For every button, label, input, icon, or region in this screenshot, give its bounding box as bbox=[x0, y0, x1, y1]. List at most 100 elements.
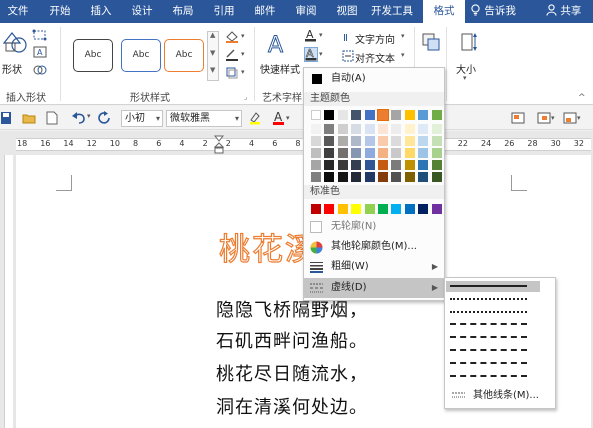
font-name-combo[interactable]: 微软雅黑 ▾ bbox=[166, 110, 242, 127]
tell-me-button[interactable]: 告诉我 bbox=[470, 0, 516, 23]
align-text-label[interactable]: 对齐文本 bbox=[355, 50, 395, 65]
theme-color-swatch[interactable] bbox=[431, 110, 442, 120]
theme-color-swatch[interactable] bbox=[351, 110, 362, 120]
share-button[interactable]: 共享 bbox=[546, 0, 581, 23]
dash-style-option[interactable] bbox=[446, 332, 540, 343]
paragraph-icon[interactable] bbox=[510, 110, 528, 126]
theme-color-swatch[interactable] bbox=[418, 172, 429, 182]
theme-color-swatch[interactable] bbox=[351, 124, 362, 134]
standard-color-swatch[interactable] bbox=[337, 204, 348, 214]
weight-item[interactable]: 粗细(W) ▶ bbox=[304, 257, 444, 277]
theme-color-swatch[interactable] bbox=[391, 110, 402, 120]
theme-color-swatch[interactable] bbox=[337, 148, 348, 158]
dash-style-option[interactable] bbox=[446, 294, 540, 305]
tab-format[interactable]: 格式 bbox=[423, 0, 465, 24]
quick-styles-icon[interactable]: A bbox=[266, 30, 290, 57]
standard-color-swatch[interactable] bbox=[404, 204, 415, 214]
theme-color-swatch[interactable] bbox=[351, 172, 362, 182]
style-gallery-scroll[interactable]: ▲ ▼ ▼ bbox=[207, 31, 219, 81]
theme-color-swatch[interactable] bbox=[391, 136, 402, 146]
theme-color-swatch[interactable] bbox=[324, 160, 335, 170]
more-lines-item[interactable]: 其他线条(M)... bbox=[446, 386, 554, 406]
theme-color-swatch[interactable] bbox=[364, 110, 375, 120]
standard-color-swatch[interactable] bbox=[418, 204, 429, 214]
theme-color-swatch[interactable] bbox=[337, 172, 348, 182]
theme-color-swatch[interactable] bbox=[324, 172, 335, 182]
theme-color-swatch[interactable] bbox=[337, 160, 348, 170]
theme-color-swatch[interactable] bbox=[364, 148, 375, 158]
theme-color-swatch[interactable] bbox=[351, 136, 362, 146]
chevron-down-icon[interactable]: ▾ bbox=[87, 112, 91, 120]
size-icon[interactable] bbox=[458, 31, 478, 53]
shape-gallery-icon[interactable] bbox=[2, 29, 30, 55]
save-icon[interactable] bbox=[0, 111, 12, 125]
theme-color-swatch[interactable] bbox=[418, 160, 429, 170]
shape-style-preset-3[interactable]: Abc bbox=[164, 39, 204, 72]
standard-color-swatch[interactable] bbox=[324, 204, 335, 214]
theme-color-swatch[interactable] bbox=[324, 124, 335, 134]
align-text-icon[interactable] bbox=[342, 50, 354, 62]
standard-color-swatch[interactable] bbox=[351, 204, 362, 214]
theme-color-swatch[interactable] bbox=[311, 148, 321, 158]
theme-color-swatch[interactable] bbox=[311, 160, 321, 170]
indent-marker-icon[interactable] bbox=[214, 135, 224, 155]
text-fill-icon[interactable]: A ▾ bbox=[304, 28, 326, 42]
shape-style-preset-1[interactable]: Abc bbox=[73, 39, 113, 72]
open-folder-icon[interactable] bbox=[22, 111, 36, 125]
theme-color-swatch[interactable] bbox=[311, 136, 321, 146]
arrange-icon[interactable] bbox=[420, 31, 442, 53]
tab-developer[interactable]: 开发工具 bbox=[368, 0, 416, 23]
edit-shape-icon[interactable] bbox=[32, 28, 48, 42]
theme-color-swatch[interactable] bbox=[404, 124, 415, 134]
text-direction-label[interactable]: 文字方向 bbox=[355, 31, 395, 46]
theme-color-swatch[interactable] bbox=[431, 124, 442, 134]
theme-color-swatch[interactable] bbox=[391, 148, 402, 158]
more-outline-colors-item[interactable]: 其他轮廓颜色(M)... bbox=[304, 237, 444, 257]
theme-color-swatch[interactable] bbox=[351, 160, 362, 170]
dash-style-option[interactable] bbox=[446, 319, 540, 330]
tab-insert[interactable]: 插入 bbox=[86, 0, 116, 23]
theme-color-swatch[interactable] bbox=[337, 124, 348, 134]
theme-color-swatch[interactable] bbox=[418, 148, 429, 158]
dash-style-option[interactable] bbox=[446, 358, 540, 369]
theme-color-swatch[interactable] bbox=[431, 136, 442, 146]
standard-color-swatch[interactable] bbox=[431, 204, 442, 214]
dialog-launcher-icon[interactable]: ⌟ bbox=[244, 93, 247, 101]
theme-color-swatch[interactable] bbox=[431, 172, 442, 182]
standard-color-swatch[interactable] bbox=[364, 204, 375, 214]
font-size-combo[interactable]: 小初 ▾ bbox=[121, 110, 163, 127]
dash-style-option[interactable] bbox=[446, 281, 540, 292]
theme-color-swatch[interactable] bbox=[404, 110, 415, 120]
theme-color-swatch[interactable] bbox=[378, 172, 388, 182]
theme-color-swatch[interactable] bbox=[377, 109, 389, 121]
quick-styles-label[interactable]: 快速样式 bbox=[260, 61, 300, 76]
picture-position-icon[interactable]: ▾ bbox=[536, 110, 556, 126]
tab-references[interactable]: 引用 bbox=[209, 0, 239, 23]
theme-color-swatch[interactable] bbox=[364, 172, 375, 182]
dashes-item[interactable]: 虚线(D) ▶ bbox=[304, 278, 444, 298]
theme-color-swatch[interactable] bbox=[324, 136, 335, 146]
theme-color-swatch[interactable] bbox=[311, 110, 321, 120]
horizontal-ruler[interactable]: 1816141210864224681012141618202224262830… bbox=[0, 131, 593, 155]
tab-view[interactable]: 视图 bbox=[332, 0, 362, 23]
theme-color-swatch[interactable] bbox=[351, 148, 362, 158]
theme-color-swatch[interactable] bbox=[431, 148, 442, 158]
theme-color-swatch[interactable] bbox=[311, 124, 321, 134]
theme-color-swatch[interactable] bbox=[378, 124, 388, 134]
theme-color-swatch[interactable] bbox=[337, 110, 348, 120]
redo-icon[interactable] bbox=[98, 111, 112, 125]
tab-file[interactable]: 文件 bbox=[3, 0, 33, 23]
dash-style-option[interactable] bbox=[446, 307, 540, 318]
standard-color-swatch[interactable] bbox=[311, 204, 321, 214]
highlight-icon[interactable] bbox=[248, 111, 262, 125]
standard-color-swatch[interactable] bbox=[378, 204, 388, 214]
theme-color-swatch[interactable] bbox=[418, 136, 429, 146]
vertical-ruler[interactable] bbox=[0, 155, 14, 428]
theme-color-swatch[interactable] bbox=[418, 110, 429, 120]
theme-color-swatch[interactable] bbox=[431, 160, 442, 170]
theme-color-swatch[interactable] bbox=[404, 136, 415, 146]
theme-color-swatch[interactable] bbox=[364, 160, 375, 170]
theme-color-swatch[interactable] bbox=[391, 160, 402, 170]
text-box-icon[interactable]: A bbox=[32, 45, 48, 59]
undo-icon[interactable] bbox=[72, 111, 86, 125]
